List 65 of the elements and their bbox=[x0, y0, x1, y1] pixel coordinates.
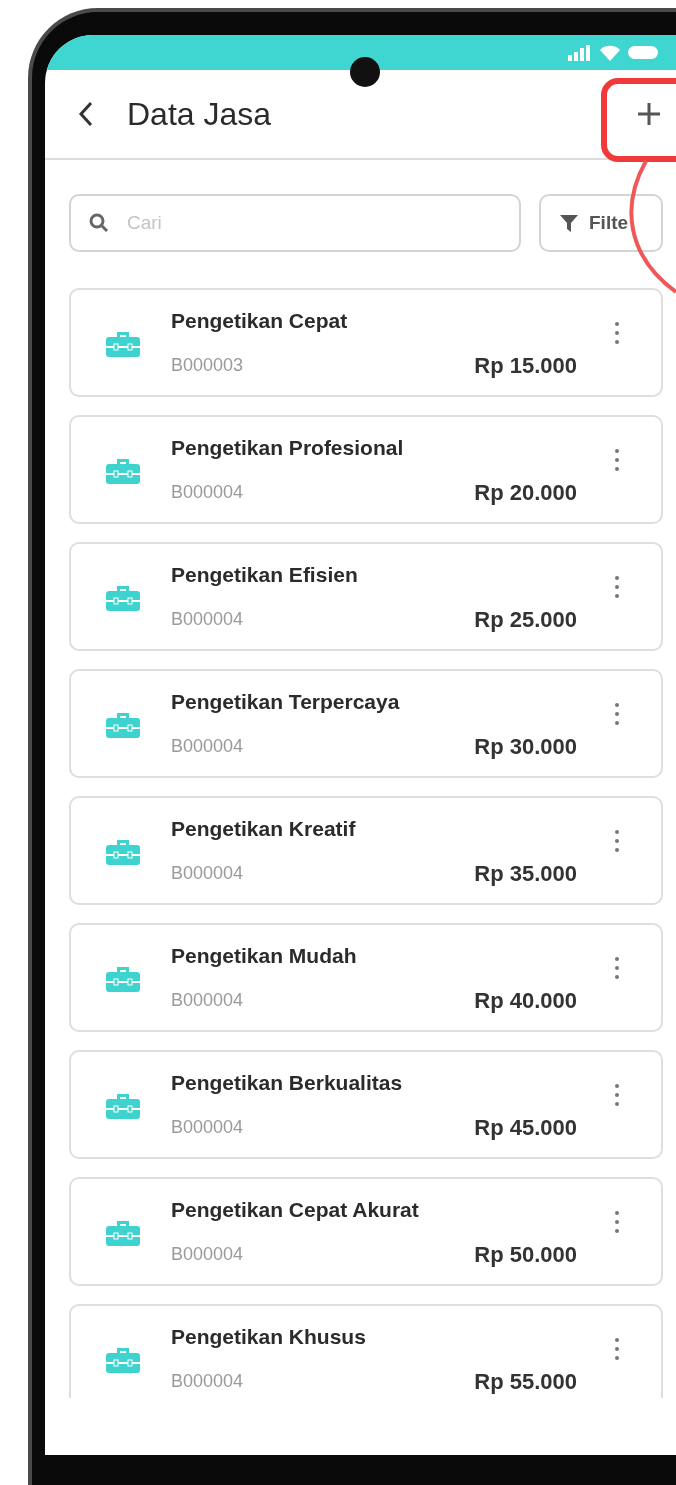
service-code: B000004 bbox=[171, 607, 244, 631]
more-icon bbox=[615, 1210, 619, 1233]
more-button[interactable] bbox=[613, 574, 621, 599]
service-card[interactable]: Pengetikan Cepat B000003 Rp 15.000 bbox=[69, 288, 663, 397]
service-name: Pengetikan Profesional bbox=[171, 435, 405, 462]
service-code: B000004 bbox=[171, 1242, 244, 1266]
service-code: B000004 bbox=[171, 988, 244, 1012]
service-card[interactable]: Pengetikan Berkualitas B000004 Rp 45.000 bbox=[69, 1050, 663, 1159]
wifi-icon bbox=[600, 44, 620, 61]
more-icon bbox=[615, 575, 619, 598]
service-name: Pengetikan Khusus bbox=[171, 1324, 367, 1351]
service-name: Pengetikan Cepat bbox=[171, 308, 349, 335]
service-card[interactable]: Pengetikan Cepat Akurat B000004 Rp 50.000 bbox=[69, 1177, 663, 1286]
more-button[interactable] bbox=[613, 1336, 621, 1361]
more-button[interactable] bbox=[613, 1209, 621, 1234]
more-icon bbox=[615, 702, 619, 725]
service-price: Rp 40.000 bbox=[474, 986, 577, 1015]
more-icon bbox=[615, 321, 619, 344]
service-code: B000004 bbox=[171, 734, 244, 758]
service-price: Rp 30.000 bbox=[474, 732, 577, 761]
service-name: Pengetikan Terpercaya bbox=[171, 689, 401, 716]
service-price: Rp 45.000 bbox=[474, 1113, 577, 1142]
back-icon bbox=[78, 101, 94, 127]
search-icon bbox=[89, 213, 109, 233]
service-price: Rp 55.000 bbox=[474, 1367, 577, 1396]
add-icon bbox=[637, 102, 661, 126]
service-code: B000004 bbox=[171, 1369, 244, 1393]
service-card[interactable]: Pengetikan Efisien B000004 Rp 25.000 bbox=[69, 542, 663, 651]
service-price: Rp 50.000 bbox=[474, 1240, 577, 1269]
service-price: Rp 25.000 bbox=[474, 605, 577, 634]
service-name: Pengetikan Mudah bbox=[171, 943, 358, 970]
camera-icon bbox=[350, 57, 380, 87]
filter-icon bbox=[559, 213, 579, 233]
more-button[interactable] bbox=[613, 1082, 621, 1107]
service-card[interactable]: Pengetikan Profesional B000004 Rp 20.000 bbox=[69, 415, 663, 524]
service-name: Pengetikan Berkualitas bbox=[171, 1070, 404, 1097]
service-name: Pengetikan Efisien bbox=[171, 562, 359, 589]
search-field[interactable]: Cari bbox=[69, 194, 521, 252]
service-price: Rp 35.000 bbox=[474, 859, 577, 888]
page-title: Data Jasa bbox=[127, 95, 273, 134]
more-button[interactable] bbox=[613, 320, 621, 345]
more-button[interactable] bbox=[613, 828, 621, 853]
signal-icon bbox=[568, 44, 592, 61]
more-icon bbox=[615, 829, 619, 852]
battery-icon bbox=[628, 46, 658, 59]
service-card[interactable]: Pengetikan Kreatif B000004 Rp 35.000 bbox=[69, 796, 663, 905]
service-card[interactable]: Pengetikan Terpercaya B000004 Rp 30.000 bbox=[69, 669, 663, 778]
more-icon bbox=[615, 956, 619, 979]
more-button[interactable] bbox=[613, 955, 621, 980]
service-name: Pengetikan Kreatif bbox=[171, 816, 357, 843]
service-name: Pengetikan Cepat Akurat bbox=[171, 1197, 420, 1224]
service-code: B000003 bbox=[171, 353, 244, 377]
service-card[interactable]: Pengetikan Mudah B000004 Rp 40.000 bbox=[69, 923, 663, 1032]
service-code: B000004 bbox=[171, 1115, 244, 1139]
service-code: B000004 bbox=[171, 861, 244, 885]
more-icon bbox=[615, 448, 619, 471]
filter-button[interactable]: Filte bbox=[539, 194, 663, 252]
more-button[interactable] bbox=[613, 447, 621, 472]
service-code: B000004 bbox=[171, 480, 244, 504]
more-icon bbox=[615, 1083, 619, 1106]
service-price: Rp 20.000 bbox=[474, 478, 577, 507]
service-price: Rp 15.000 bbox=[474, 351, 577, 380]
more-button[interactable] bbox=[613, 701, 621, 726]
more-icon bbox=[615, 1337, 619, 1360]
service-card[interactable]: Pengetikan Khusus B000004 Rp 55.000 bbox=[69, 1304, 663, 1398]
